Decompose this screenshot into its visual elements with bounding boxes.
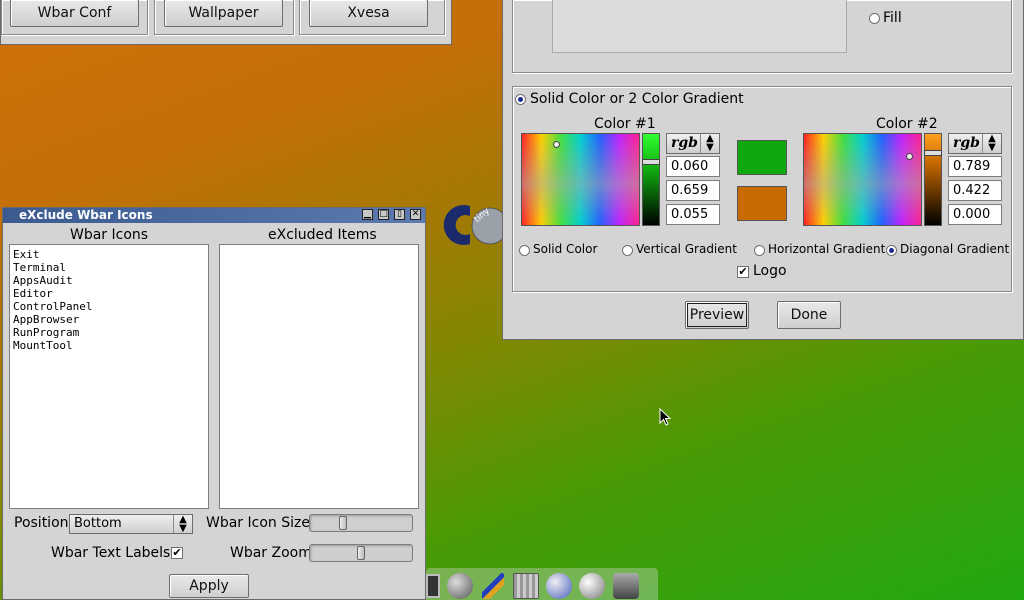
wbar-icons-list[interactable]: Exit Terminal AppsAudit Editor ControlPanel A…: [9, 244, 209, 509]
color2-title: Color #2: [876, 116, 938, 132]
color2-value-bar[interactable]: [924, 133, 942, 226]
mount-tool-icon[interactable]: [613, 573, 639, 599]
maximize-icon[interactable]: □: [378, 209, 389, 220]
list-item[interactable]: AppBrowser: [13, 313, 208, 326]
text-labels-checkbox[interactable]: ✔: [171, 547, 183, 559]
run-program-icon[interactable]: [579, 573, 605, 599]
logo-label: Logo: [753, 263, 787, 279]
diagonal-gradient-radio[interactable]: [886, 245, 897, 256]
list-item[interactable]: RunProgram: [13, 326, 208, 339]
diagonal-gradient-label: Diagonal Gradient: [900, 242, 1010, 256]
list-item[interactable]: Editor: [13, 287, 208, 300]
color2-spectrum[interactable]: [803, 133, 922, 226]
list-item[interactable]: Exit: [13, 248, 208, 261]
color1-picker-dot: [553, 141, 560, 148]
text-labels-label: Wbar Text Labels: [51, 545, 171, 561]
minimize-icon[interactable]: ▁: [362, 209, 373, 220]
horizontal-gradient-radio[interactable]: [754, 245, 765, 256]
color1-g-field[interactable]: 0.659: [666, 180, 720, 201]
list-item[interactable]: MountTool: [13, 339, 208, 352]
list-item[interactable]: ControlPanel: [13, 300, 208, 313]
color1-value-handle[interactable]: [642, 159, 660, 165]
excluded-items-header: eXcluded Items: [268, 227, 377, 243]
logo-checkbox[interactable]: ✔: [737, 266, 749, 278]
wbar-tools-window: Wbar Conf Wallpaper Xvesa: [0, 0, 452, 45]
editor-icon[interactable]: [482, 573, 504, 599]
updown-arrow-icon: ▲ ▼: [982, 134, 1001, 153]
list-item[interactable]: AppsAudit: [13, 274, 208, 287]
color1-mode-select[interactable]: rgb ▲ ▼: [666, 133, 720, 154]
color2-mode-label: rgb: [953, 135, 980, 151]
zoom-slider-thumb[interactable]: [357, 546, 365, 560]
window-title: eXclude Wbar Icons: [19, 208, 153, 222]
preview-button[interactable]: Preview: [685, 301, 749, 329]
color1-b-field[interactable]: 0.055: [666, 204, 720, 225]
position-select[interactable]: Bottom ▲ ▼: [69, 514, 193, 534]
vertical-gradient-label: Vertical Gradient: [636, 242, 737, 256]
color2-value-handle[interactable]: [924, 150, 942, 156]
solid-color-radio[interactable]: [519, 245, 530, 256]
wbar-conf-button[interactable]: Wbar Conf: [10, 0, 139, 27]
color2-mode-select[interactable]: rgb ▲ ▼: [948, 133, 1002, 154]
list-item[interactable]: Terminal: [13, 261, 208, 274]
position-label: Position: [14, 515, 69, 531]
color2-r-field[interactable]: 0.789: [948, 156, 1002, 177]
zoom-label: Wbar Zoom: [230, 545, 312, 561]
gradient-group-radio[interactable]: [515, 94, 526, 105]
xvesa-button[interactable]: Xvesa: [309, 0, 428, 27]
fill-radio[interactable]: [869, 13, 880, 24]
updown-arrow-icon: ▲ ▼: [700, 134, 719, 153]
color2-swatch[interactable]: [737, 186, 787, 221]
image-preview-area: [552, 0, 847, 53]
horizontal-gradient-label: Horizontal Gradient: [768, 242, 886, 256]
tinycore-logo: tiny: [440, 200, 509, 250]
color2-g-field[interactable]: 0.422: [948, 180, 1002, 201]
solid-color-label: Solid Color: [533, 242, 598, 256]
apps-audit-icon[interactable]: [447, 573, 473, 599]
wallpaper-button[interactable]: Wallpaper: [164, 0, 283, 27]
position-value: Bottom: [74, 516, 122, 531]
restore-icon[interactable]: ▯: [394, 209, 405, 220]
icon-size-label: Wbar Icon Size: [206, 515, 310, 531]
icon-size-slider[interactable]: [309, 514, 413, 532]
color-settings-window: Fill Solid Color or 2 Color Gradient Col…: [502, 0, 1024, 340]
color1-spectrum[interactable]: [521, 133, 640, 226]
close-icon[interactable]: ✕: [410, 209, 421, 220]
color1-swatch[interactable]: [737, 140, 787, 175]
color1-title: Color #1: [594, 116, 656, 132]
mouse-cursor-icon: [659, 407, 672, 430]
excluded-items-list[interactable]: [219, 244, 419, 509]
color1-r-field[interactable]: 0.060: [666, 156, 720, 177]
wbar-icons-header: Wbar Icons: [70, 227, 149, 243]
color1-mode-label: rgb: [671, 135, 698, 151]
color2-picker-dot: [906, 153, 913, 160]
vertical-gradient-radio[interactable]: [622, 245, 633, 256]
icon-size-slider-thumb[interactable]: [339, 516, 347, 530]
app-browser-icon[interactable]: [546, 573, 572, 599]
color1-value-bar[interactable]: [642, 133, 660, 226]
color2-b-field[interactable]: 0.000: [948, 204, 1002, 225]
terminal-icon[interactable]: [426, 574, 440, 598]
done-button[interactable]: Done: [777, 301, 841, 329]
apply-button[interactable]: Apply: [169, 574, 249, 598]
fill-label: Fill: [883, 10, 902, 26]
zoom-slider[interactable]: [309, 544, 413, 562]
control-panel-icon[interactable]: [513, 573, 539, 599]
updown-arrow-icon: ▲ ▼: [173, 515, 192, 534]
exclude-wbar-icons-window: eXclude Wbar Icons ▁ □ ▯ ✕ Wbar Icons eX…: [2, 207, 426, 600]
gradient-group-label: Solid Color or 2 Color Gradient: [530, 91, 744, 107]
